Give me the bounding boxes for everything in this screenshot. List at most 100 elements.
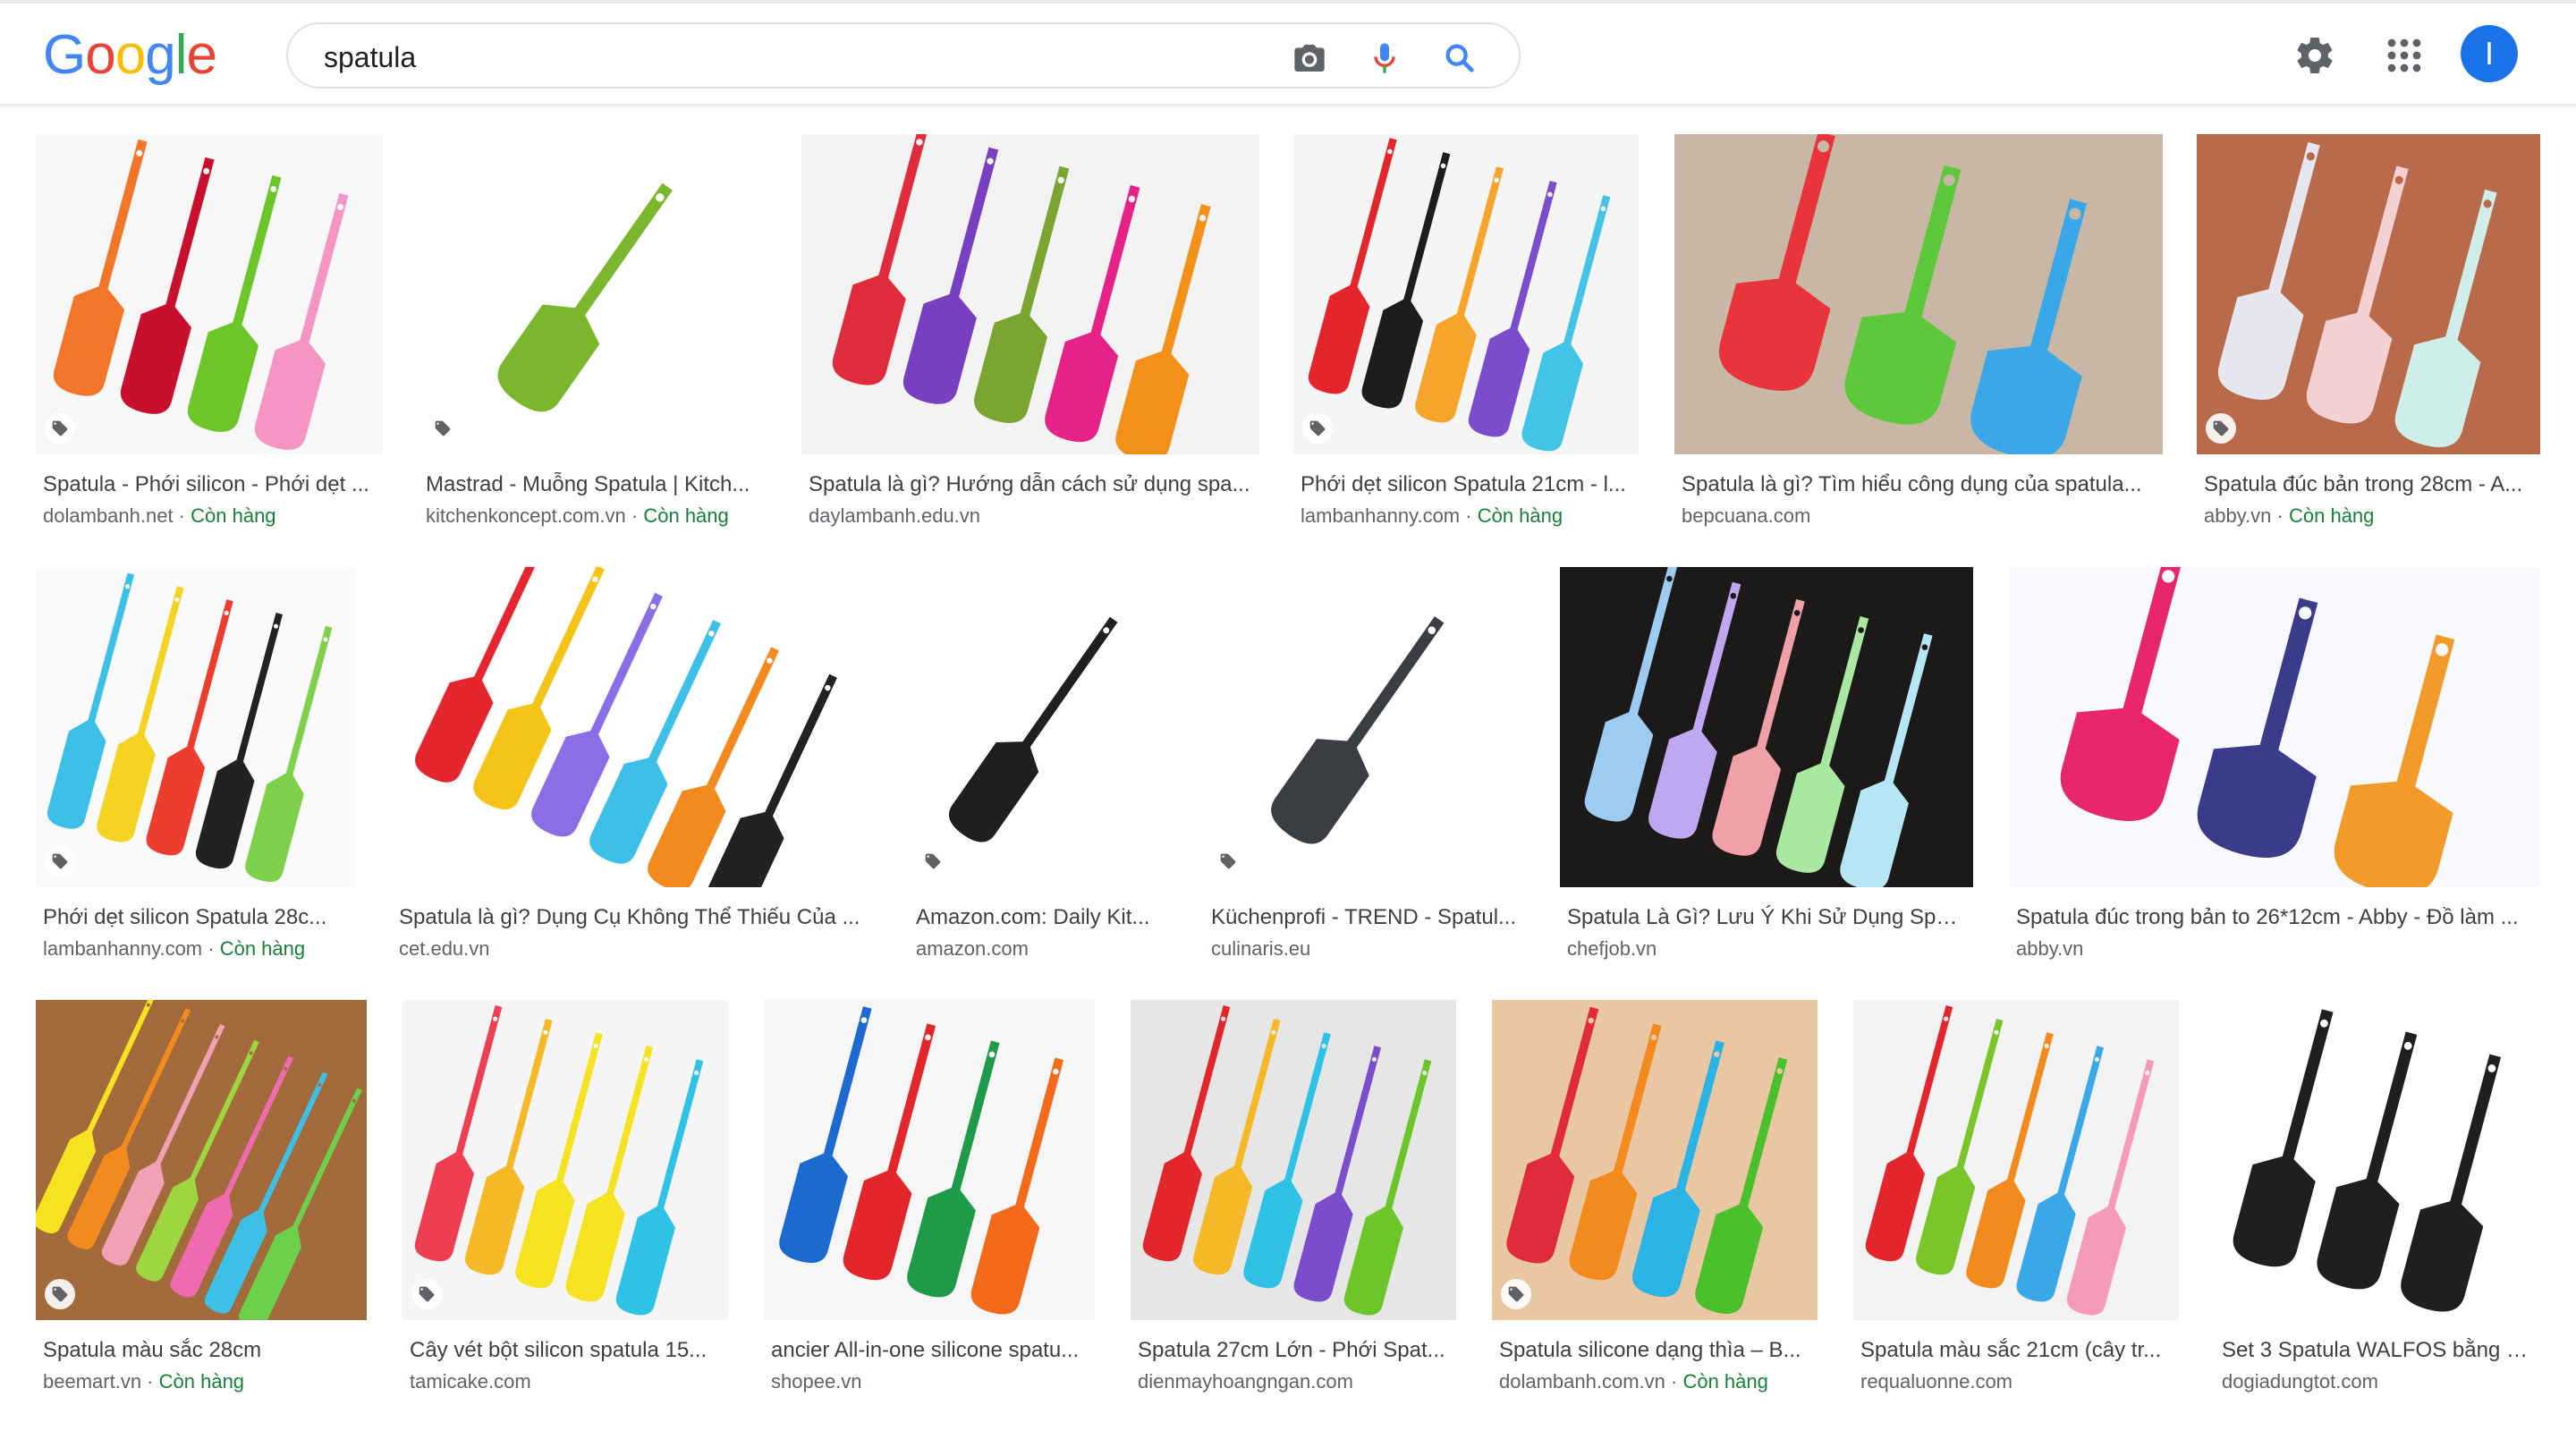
result-thumbnail[interactable] — [1131, 1000, 1456, 1320]
search-icon[interactable] — [1442, 40, 1478, 76]
result-title[interactable]: Spatula 27cm Lớn - Phới Spat... — [1138, 1338, 1449, 1363]
result-thumbnail[interactable] — [1492, 1000, 1818, 1320]
result-thumbnail[interactable] — [1204, 567, 1524, 887]
avatar[interactable]: I — [2461, 25, 2518, 82]
image-result-card[interactable]: Spatula màu sắc 28cm beemart.vn · Còn hàn… — [36, 1000, 367, 1431]
result-source[interactable]: dolambanh.net — [43, 504, 174, 527]
result-title[interactable]: Spatula silicone dạng thìa – B... — [1499, 1338, 1810, 1363]
image-result-card[interactable]: Spatula 27cm Lớn - Phới Spat... dienmayho… — [1131, 1000, 1456, 1431]
image-result-card[interactable]: Spatula - Phới silicon - Phới dẹt ... dol… — [36, 134, 383, 565]
result-thumbnail[interactable] — [402, 1000, 728, 1320]
product-tag-icon — [45, 846, 75, 876]
logo-letter: G — [43, 24, 86, 86]
result-source[interactable]: kitchenkoncept.com.vn — [426, 504, 626, 527]
result-source[interactable]: abby.vn — [2016, 937, 2083, 960]
result-title[interactable]: Küchenprofi - TREND - Spatul... — [1211, 905, 1517, 930]
separator-dot: · — [625, 504, 644, 527]
result-thumbnail[interactable] — [2197, 134, 2540, 454]
google-logo[interactable]: Google — [43, 23, 217, 87]
separator-dot: · — [173, 504, 191, 527]
image-result-card[interactable]: Amazon.com: Daily Kit... amazon.com — [909, 567, 1168, 998]
in-stock-label: Còn hàng — [1477, 504, 1563, 527]
result-source[interactable]: bepcuana.com — [1682, 504, 1810, 527]
result-title[interactable]: Spatula là gì? Hướng dẫn cách sử dụng sp… — [809, 472, 1252, 497]
result-thumbnail[interactable] — [764, 1000, 1095, 1320]
result-title[interactable]: ancier All-in-one silicone spatu... — [771, 1338, 1088, 1363]
separator-dot: · — [1460, 504, 1478, 527]
mic-icon[interactable] — [1367, 40, 1402, 76]
result-thumbnail[interactable] — [392, 567, 873, 887]
result-thumbnail[interactable] — [36, 567, 356, 887]
result-thumbnail[interactable] — [801, 134, 1259, 454]
image-result-card[interactable]: Spatula là gì? Dụng Cụ Không Thể Thiếu C… — [392, 567, 873, 998]
image-result-card[interactable]: Küchenprofi - TREND - Spatul... culinaris… — [1204, 567, 1524, 998]
result-source[interactable]: lambanhanny.com — [43, 937, 202, 960]
result-source[interactable]: beemart.vn — [43, 1370, 141, 1393]
result-source[interactable]: culinaris.eu — [1211, 937, 1310, 960]
result-source[interactable]: tamicake.com — [410, 1370, 531, 1393]
result-source[interactable]: dolambanh.com.vn — [1499, 1370, 1665, 1393]
result-meta: lambanhanny.com · Còn hàng — [1301, 504, 1563, 528]
image-result-card[interactable]: Spatula là gì? Hướng dẫn cách sử dụng sp… — [801, 134, 1259, 565]
result-title[interactable]: Spatula đúc bản trong 28cm - A... — [2204, 472, 2533, 497]
image-result-card[interactable]: Spatula Là Gì? Lưu Ý Khi Sử Dụng Spat...… — [1560, 567, 1973, 998]
result-source[interactable]: abby.vn — [2204, 504, 2271, 527]
result-source[interactable]: lambanhanny.com — [1301, 504, 1460, 527]
spatula-image — [36, 134, 383, 454]
result-title[interactable]: Cây vét bột silicon spatula 15... — [410, 1338, 721, 1363]
image-result-card[interactable]: Spatula đúc trong bản to 26*12cm - Abby … — [2009, 567, 2540, 998]
result-title[interactable]: Phới dẹt silicon Spatula 21cm - l... — [1301, 472, 1631, 497]
result-thumbnail[interactable] — [909, 567, 1168, 887]
result-thumbnail[interactable] — [36, 1000, 367, 1320]
result-title[interactable]: Spatula màu sắc 28cm — [43, 1338, 360, 1363]
result-thumbnail[interactable] — [36, 134, 383, 454]
image-result-card[interactable]: Spatula silicone dạng thìa – B... dolamba… — [1492, 1000, 1818, 1431]
result-title[interactable]: Mastrad - Muỗng Spatula | Kitch... — [426, 472, 758, 497]
image-result-card[interactable]: Set 3 Spatula WALFOS bằng S... dogiadungt… — [2215, 1000, 2540, 1431]
result-title[interactable]: Phới dẹt silicon Spatula 28c... — [43, 905, 349, 930]
result-title[interactable]: Spatula là gì? Dụng Cụ Không Thể Thiếu C… — [399, 905, 866, 930]
image-result-card[interactable]: Phới dẹt silicon Spatula 21cm - l... lamb… — [1293, 134, 1639, 565]
image-result-card[interactable]: Spatula là gì? Tìm hiểu công dụng của sp… — [1674, 134, 2163, 565]
image-result-card[interactable]: Spatula màu sắc 21cm (cây tr... requaluon… — [1853, 1000, 2179, 1431]
result-thumbnail[interactable] — [2215, 1000, 2540, 1320]
result-thumbnail[interactable] — [1853, 1000, 2179, 1320]
result-title[interactable]: Set 3 Spatula WALFOS bằng S... — [2222, 1338, 2533, 1363]
result-title[interactable]: Spatula màu sắc 21cm (cây tr... — [1860, 1338, 2172, 1363]
image-result-card[interactable]: Mastrad - Muỗng Spatula | Kitch... kitche… — [419, 134, 766, 565]
result-thumbnail[interactable] — [1293, 134, 1639, 454]
result-meta: culinaris.eu — [1211, 937, 1310, 961]
result-source[interactable]: requaluonne.com — [1860, 1370, 2012, 1393]
result-title[interactable]: Spatula Là Gì? Lưu Ý Khi Sử Dụng Spat... — [1567, 905, 1966, 930]
image-result-card[interactable]: Phới dẹt silicon Spatula 28c... lambanhan… — [36, 567, 356, 998]
result-thumbnail[interactable] — [2009, 567, 2540, 887]
product-tag-icon — [411, 1279, 442, 1309]
result-source[interactable]: shopee.vn — [771, 1370, 862, 1393]
result-source[interactable]: cet.edu.vn — [399, 937, 490, 960]
result-title[interactable]: Spatula là gì? Tìm hiểu công dụng của sp… — [1682, 472, 2156, 497]
gear-icon[interactable] — [2293, 34, 2336, 77]
spatula-image — [801, 134, 1259, 454]
result-source[interactable]: dienmayhoangngan.com — [1138, 1370, 1353, 1393]
result-meta: beemart.vn · Còn hàng — [43, 1370, 244, 1393]
search-box[interactable] — [286, 22, 1521, 89]
image-result-card[interactable]: ancier All-in-one silicone spatu... shope… — [764, 1000, 1095, 1431]
spatula-image — [1853, 1000, 2179, 1320]
result-source[interactable]: chefjob.vn — [1567, 937, 1657, 960]
result-title[interactable]: Spatula đúc trong bản to 26*12cm - Abby … — [2016, 905, 2533, 930]
result-thumbnail[interactable] — [419, 134, 766, 454]
result-source[interactable]: daylambanh.edu.vn — [809, 504, 980, 527]
image-result-card[interactable]: Cây vét bột silicon spatula 15... tamicak… — [402, 1000, 728, 1431]
result-meta: chefjob.vn — [1567, 937, 1657, 961]
result-source[interactable]: amazon.com — [916, 937, 1029, 960]
result-title[interactable]: Amazon.com: Daily Kit... — [916, 905, 1161, 930]
result-source[interactable]: dogiadungtot.com — [2222, 1370, 2378, 1393]
image-result-card[interactable]: Spatula đúc bản trong 28cm - A... abby.vn… — [2197, 134, 2540, 565]
camera-icon[interactable] — [1292, 40, 1327, 76]
in-stock-label: Còn hàng — [1682, 1370, 1768, 1393]
result-title[interactable]: Spatula - Phới silicon - Phới dẹt ... — [43, 472, 376, 497]
apps-icon[interactable] — [2383, 34, 2426, 77]
result-thumbnail[interactable] — [1560, 567, 1973, 887]
search-input[interactable] — [322, 37, 1220, 78]
result-thumbnail[interactable] — [1674, 134, 2163, 454]
